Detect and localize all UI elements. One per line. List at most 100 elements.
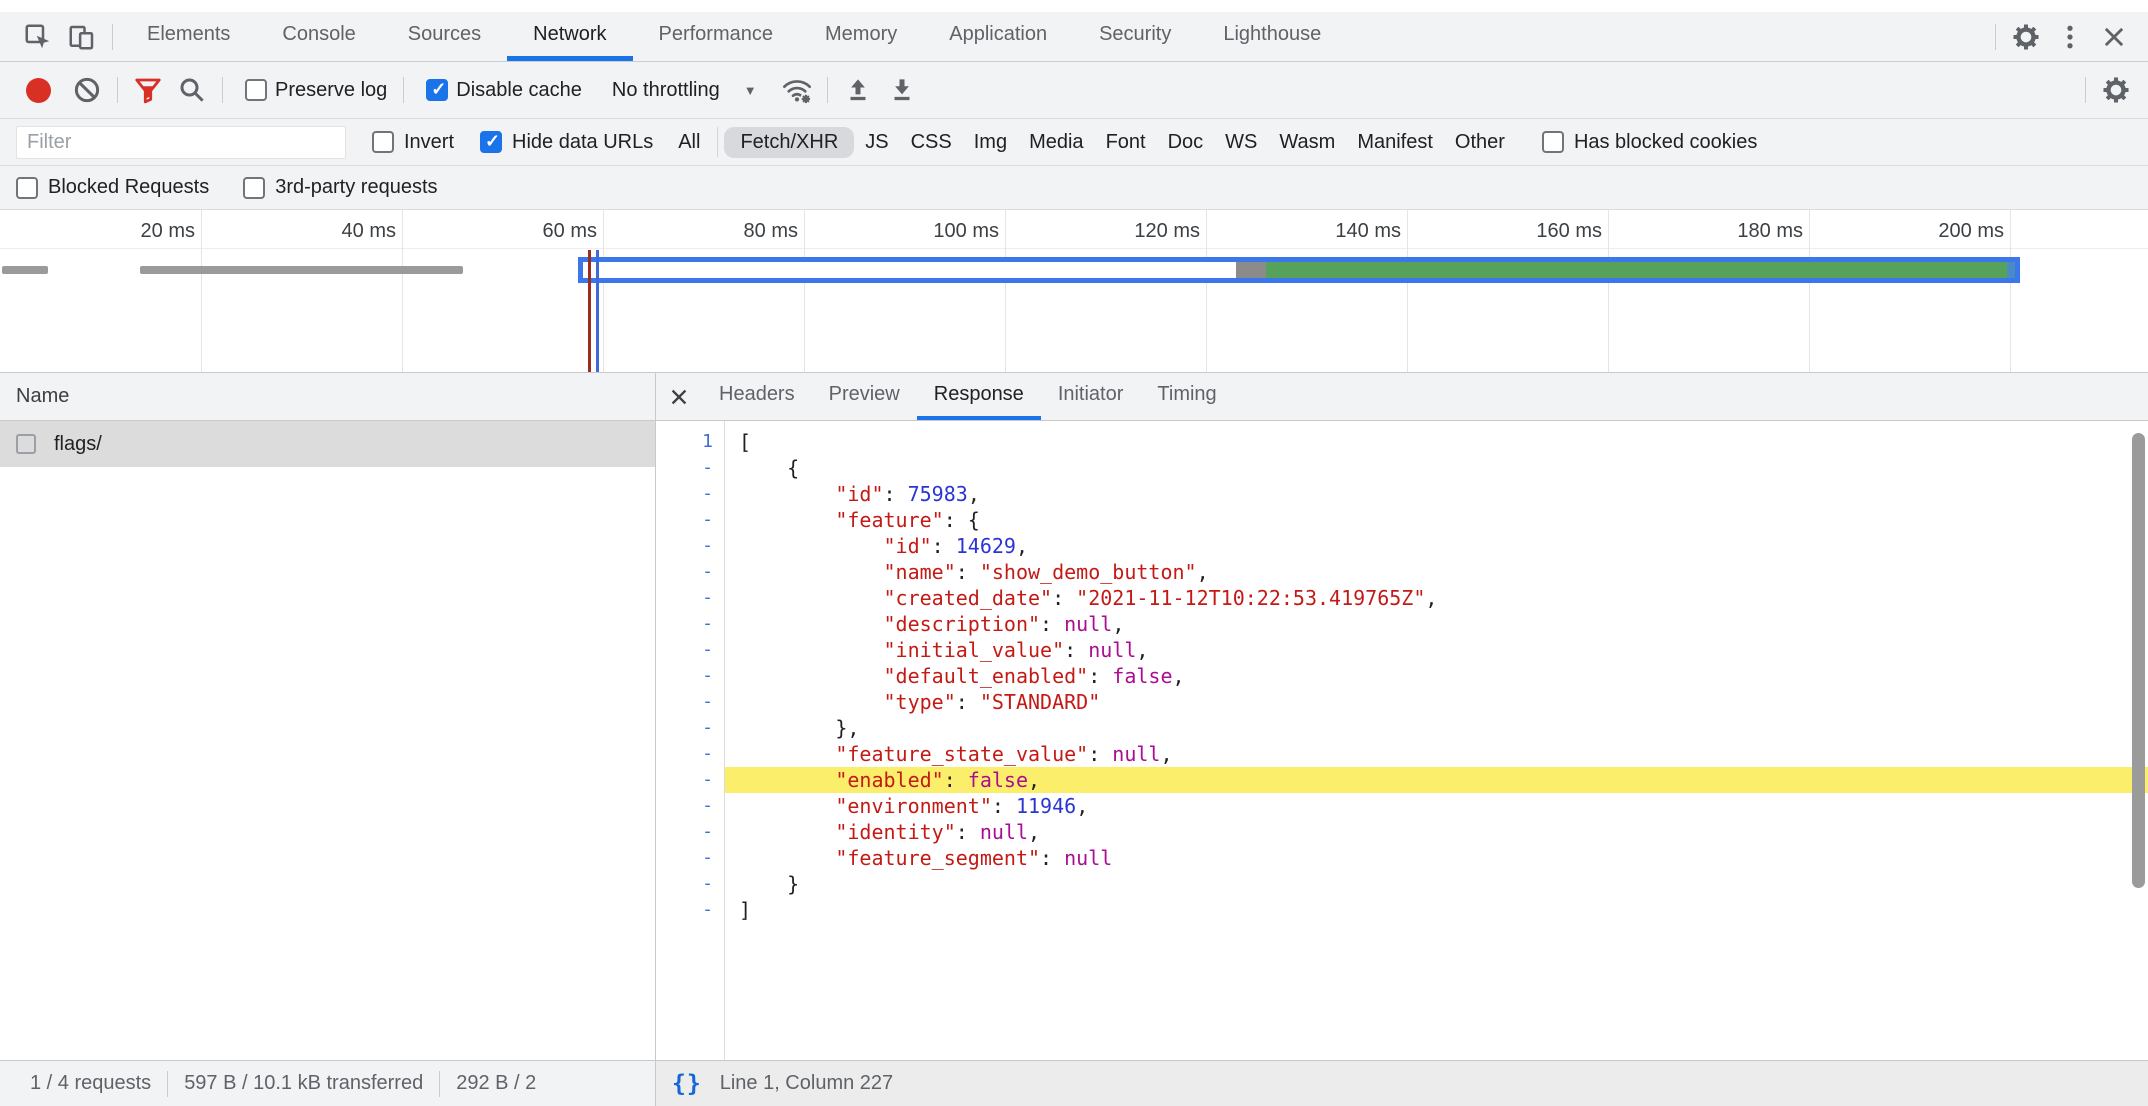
selected-request-waterfall-bar bbox=[578, 257, 2020, 283]
detail-tab-response[interactable]: Response bbox=[917, 373, 1041, 420]
overview-tick-label: 180 ms bbox=[1737, 220, 1803, 243]
filter-type-ws[interactable]: WS bbox=[1214, 127, 1268, 158]
filter-type-manifest[interactable]: Manifest bbox=[1346, 127, 1444, 158]
tab-elements[interactable]: Elements bbox=[121, 12, 256, 61]
third-party-requests-checkbox[interactable] bbox=[243, 177, 265, 199]
toolbar-divider-3 bbox=[403, 77, 404, 103]
settings-button[interactable] bbox=[2004, 17, 2048, 57]
token-key: "name" bbox=[884, 560, 956, 584]
code-text: ] bbox=[725, 897, 2148, 923]
name-column-header[interactable]: Name bbox=[0, 373, 655, 421]
code-line: - "enabled": false, bbox=[656, 767, 2148, 793]
request-list-panel: Name flags/ bbox=[0, 373, 656, 1060]
network-conditions-button[interactable] bbox=[775, 70, 819, 110]
filter-input[interactable] bbox=[16, 126, 346, 159]
detail-tab-timing[interactable]: Timing bbox=[1140, 373, 1233, 420]
filter-type-css[interactable]: CSS bbox=[900, 127, 963, 158]
filter-toggle-button[interactable] bbox=[126, 70, 170, 110]
has-blocked-cookies-checkbox[interactable] bbox=[1542, 131, 1564, 153]
overview-gridline bbox=[603, 210, 604, 372]
request-row-checkbox[interactable] bbox=[16, 434, 36, 454]
request-row-flags[interactable]: flags/ bbox=[0, 421, 655, 467]
tab-network[interactable]: Network bbox=[507, 12, 632, 61]
close-detail-button[interactable] bbox=[656, 373, 702, 420]
token-pun: [ bbox=[739, 430, 751, 454]
wifi-gear-icon bbox=[781, 74, 813, 106]
tab-memory[interactable]: Memory bbox=[799, 12, 923, 61]
hide-data-urls-checkbox[interactable] bbox=[480, 131, 502, 153]
close-icon bbox=[2100, 23, 2128, 51]
token-pun: : bbox=[1064, 638, 1088, 662]
format-braces-icon[interactable]: {} bbox=[672, 1071, 702, 1097]
tab-lighthouse[interactable]: Lighthouse bbox=[1197, 12, 1347, 61]
line-number: - bbox=[656, 715, 725, 741]
token-pun bbox=[739, 508, 835, 532]
filter-type-doc[interactable]: Doc bbox=[1157, 127, 1215, 158]
close-devtools-button[interactable] bbox=[2092, 17, 2136, 57]
filter-type-fetch-xhr[interactable]: Fetch/XHR bbox=[724, 127, 854, 158]
overview-tick-label: 80 ms bbox=[744, 220, 798, 243]
filter-type-wasm[interactable]: Wasm bbox=[1268, 127, 1346, 158]
code-text: "created_date": "2021-11-12T10:22:53.419… bbox=[725, 585, 2148, 611]
main-tabbar-left-icons bbox=[0, 12, 121, 61]
network-overview[interactable]: 20 ms40 ms60 ms80 ms100 ms120 ms140 ms16… bbox=[0, 210, 2148, 373]
token-str: "show_demo_button" bbox=[980, 560, 1197, 584]
filter-type-all[interactable]: All bbox=[667, 127, 711, 158]
filter-type-font[interactable]: Font bbox=[1095, 127, 1157, 158]
search-button[interactable] bbox=[170, 70, 214, 110]
detail-tab-initiator[interactable]: Initiator bbox=[1041, 373, 1141, 420]
response-viewer[interactable]: 1[- {- "id": 75983,- "feature": {- "id":… bbox=[656, 421, 2148, 1060]
gear-icon bbox=[2101, 75, 2131, 105]
filter-type-js[interactable]: JS bbox=[854, 127, 899, 158]
import-har-button[interactable] bbox=[836, 70, 880, 110]
code-line: - "initial_value": null, bbox=[656, 637, 2148, 663]
tab-security[interactable]: Security bbox=[1073, 12, 1197, 61]
code-text: { bbox=[725, 455, 2148, 481]
detail-tab-preview[interactable]: Preview bbox=[812, 373, 917, 420]
tab-performance[interactable]: Performance bbox=[633, 12, 800, 61]
code-line: - "created_date": "2021-11-12T10:22:53.4… bbox=[656, 585, 2148, 611]
tab-console[interactable]: Console bbox=[256, 12, 381, 61]
clear-button[interactable] bbox=[65, 70, 109, 110]
token-pun: : { bbox=[944, 508, 980, 532]
export-har-button[interactable] bbox=[880, 70, 924, 110]
scrollbar-thumb[interactable] bbox=[2132, 433, 2145, 888]
preserve-log-checkbox[interactable] bbox=[245, 79, 267, 101]
token-pun: , bbox=[1112, 612, 1124, 636]
filter-type-media[interactable]: Media bbox=[1018, 127, 1094, 158]
chevron-down-icon[interactable]: ▼ bbox=[744, 83, 757, 98]
record-button[interactable] bbox=[26, 78, 51, 103]
toolbar-divider-2 bbox=[222, 77, 223, 103]
tab-sources[interactable]: Sources bbox=[382, 12, 507, 61]
tabbar-divider bbox=[112, 24, 113, 50]
token-key: "id" bbox=[884, 534, 932, 558]
more-options-button[interactable] bbox=[2048, 17, 2092, 57]
load-line bbox=[596, 250, 599, 372]
token-pun: : bbox=[932, 534, 956, 558]
invert-checkbox[interactable] bbox=[372, 131, 394, 153]
code-text: "name": "show_demo_button", bbox=[725, 559, 2148, 585]
hide-data-urls-label: Hide data URLs bbox=[512, 131, 653, 154]
blocked-requests-checkbox[interactable] bbox=[16, 177, 38, 199]
throttling-select[interactable]: No throttling bbox=[612, 79, 720, 102]
filter-type-other[interactable]: Other bbox=[1444, 127, 1516, 158]
overview-request-bar bbox=[140, 266, 463, 274]
token-pun: } bbox=[739, 872, 799, 896]
third-party-requests-label: 3rd-party requests bbox=[275, 176, 437, 199]
inspect-element-button[interactable] bbox=[16, 17, 60, 57]
waterfall-segment bbox=[1236, 262, 1266, 278]
status-divider bbox=[167, 1071, 168, 1097]
detail-tabs: HeadersPreviewResponseInitiatorTiming bbox=[702, 373, 1234, 420]
filter-type-img[interactable]: Img bbox=[963, 127, 1018, 158]
detail-tab-headers[interactable]: Headers bbox=[702, 373, 812, 420]
device-toolbar-button[interactable] bbox=[60, 17, 104, 57]
token-pun: , bbox=[968, 482, 980, 506]
clear-icon bbox=[72, 75, 102, 105]
code-text: "feature_state_value": null, bbox=[725, 741, 2148, 767]
disable-cache-checkbox[interactable] bbox=[426, 79, 448, 101]
token-atm: null bbox=[1064, 846, 1112, 870]
tab-application[interactable]: Application bbox=[923, 12, 1073, 61]
network-settings-button[interactable] bbox=[2094, 70, 2138, 110]
code-text: "type": "STANDARD" bbox=[725, 689, 2148, 715]
code-line: - "id": 75983, bbox=[656, 481, 2148, 507]
